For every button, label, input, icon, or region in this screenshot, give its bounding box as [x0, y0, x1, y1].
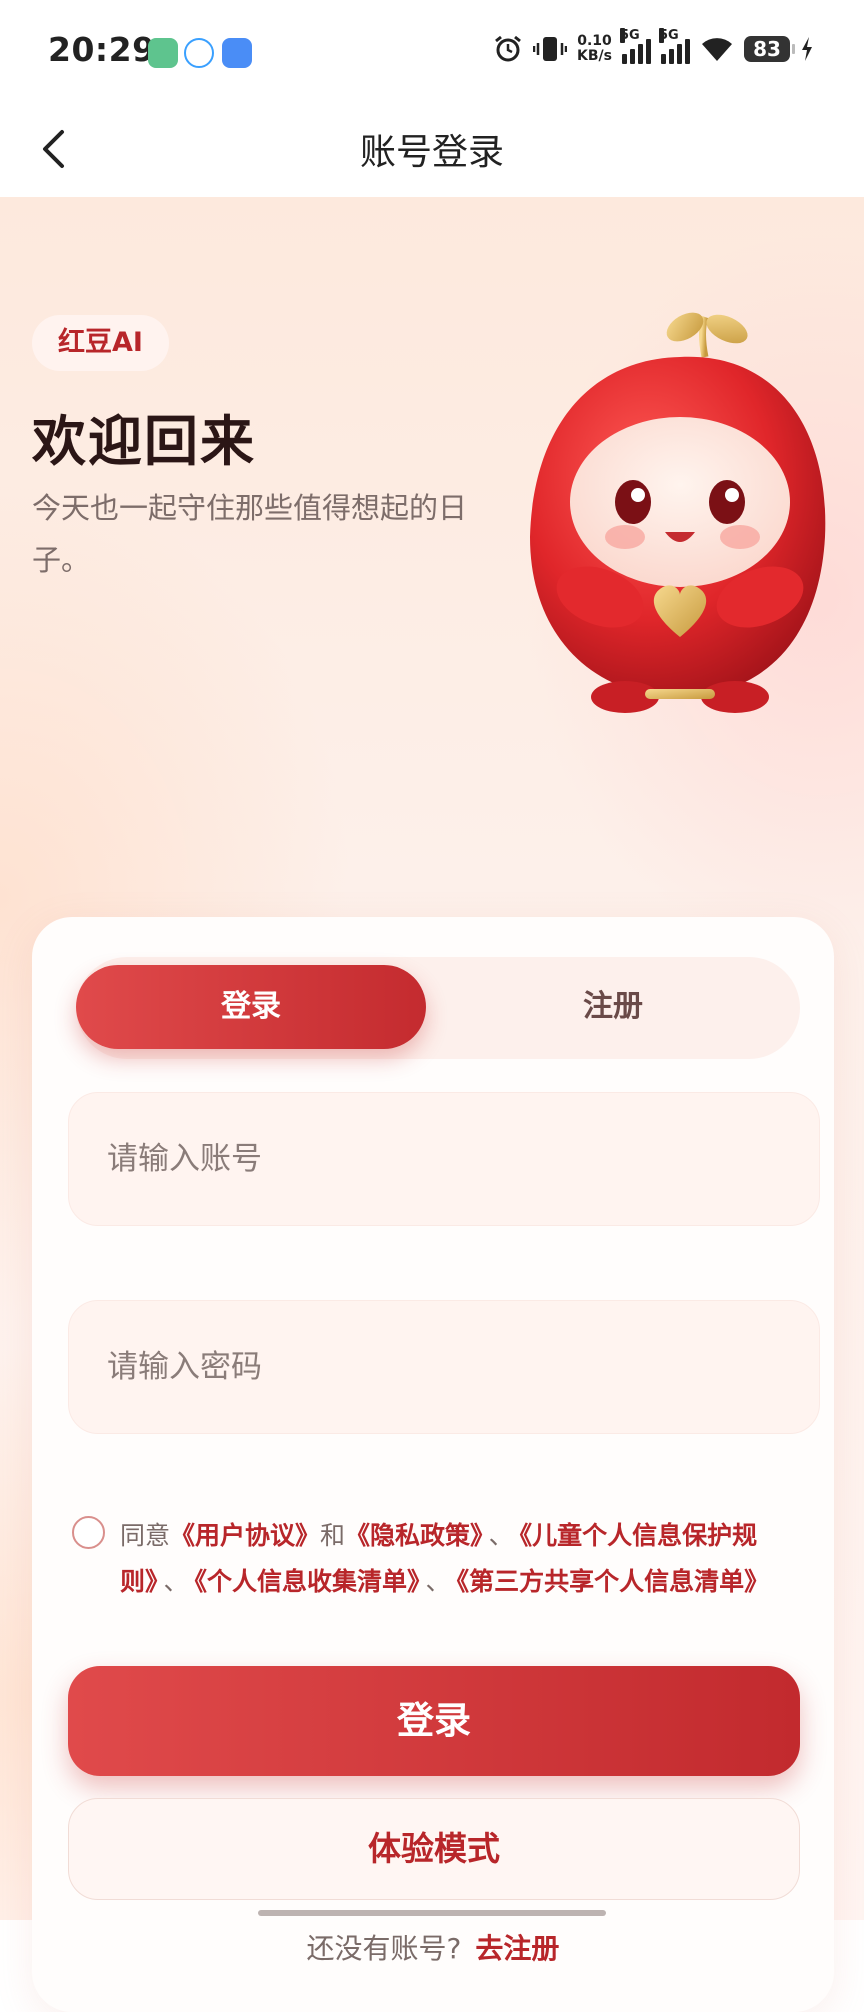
page-title: 账号登录	[359, 132, 504, 173]
login-page-body: 红豆AI 欢迎回来 今天也一起守住那些值得想起的日子。 登录 注册 请输入账号 …	[0, 197, 864, 2012]
signal-icon: 5G	[659, 28, 690, 64]
signal-type-label: 5G	[659, 28, 679, 43]
info-collection-link[interactable]: 《个人信息收集清单》	[195, 1567, 420, 1596]
status-time: 20:29	[48, 30, 156, 69]
wifi-icon	[702, 38, 732, 61]
privacy-policy-link[interactable]: 《隐私政策》	[345, 1521, 483, 1550]
auth-tab-bar: 登录 注册	[76, 957, 800, 1059]
login-card: 登录 注册 同意《用户协议》和《隐私政策》、《儿童个人信息保护规则》、《个人信息…	[32, 917, 834, 2012]
agreement-and: 和	[320, 1521, 346, 1550]
third-party-sharing-link[interactable]: 《第三方共享个人信息清单》	[457, 1567, 770, 1596]
password-input[interactable]	[69, 1301, 819, 1433]
status-bar: 20:29 0.10 KB/s 5G 5G 83	[0, 0, 864, 105]
agreement-separator: 、	[488, 1521, 514, 1550]
red-bean-mascot-illustration	[530, 312, 826, 713]
tab-register[interactable]: 注册	[438, 965, 788, 1049]
no-account-text: 还没有账号?	[306, 1932, 462, 1965]
account-field-wrapper	[68, 1092, 820, 1226]
agreement-text: 同意《用户协议》和《隐私政策》、《儿童个人信息保护规则》、《个人信息收集清单》、…	[120, 1513, 810, 1605]
brand-badge: 红豆AI	[32, 315, 169, 371]
login-button[interactable]: 登录	[68, 1666, 800, 1776]
agreement-prefix: 同意	[120, 1521, 171, 1550]
vibrate-icon	[533, 37, 568, 61]
battery-indicator: 83	[744, 36, 795, 62]
charging-icon	[802, 37, 812, 61]
trial-mode-button[interactable]: 体验模式	[68, 1798, 800, 1900]
agreement-separator: 、	[163, 1567, 189, 1596]
network-speed-value: 0.10	[577, 33, 612, 49]
agreement-separator: 、	[425, 1567, 451, 1596]
status-icons: 0.10 KB/s 5G 5G 83	[493, 28, 814, 64]
password-field-wrapper	[68, 1300, 820, 1434]
network-speed: 0.10 KB/s	[577, 34, 612, 64]
wechat-notification-icon	[148, 38, 178, 68]
nav-bar: 账号登录	[0, 105, 864, 197]
user-agreement-link[interactable]: 《用户协议》	[170, 1521, 320, 1550]
chat-notification-icon	[184, 38, 214, 68]
welcome-slogan: 今天也一起守住那些值得想起的日子。	[32, 491, 468, 577]
register-prompt: 还没有账号? 去注册	[32, 1927, 834, 1967]
home-indicator[interactable]	[258, 1910, 606, 1916]
account-input[interactable]	[69, 1093, 819, 1225]
signal-type-label: 5G	[620, 28, 640, 43]
welcome-title: 欢迎回来	[32, 410, 256, 473]
alarm-icon	[495, 35, 521, 62]
weather-notification-icon	[222, 38, 252, 68]
signal-icon: 5G	[620, 28, 651, 64]
network-speed-unit: KB/s	[577, 48, 612, 64]
tab-login[interactable]: 登录	[76, 965, 426, 1049]
go-register-link[interactable]: 去注册	[475, 1932, 559, 1965]
agreement-checkbox[interactable]	[72, 1516, 105, 1549]
